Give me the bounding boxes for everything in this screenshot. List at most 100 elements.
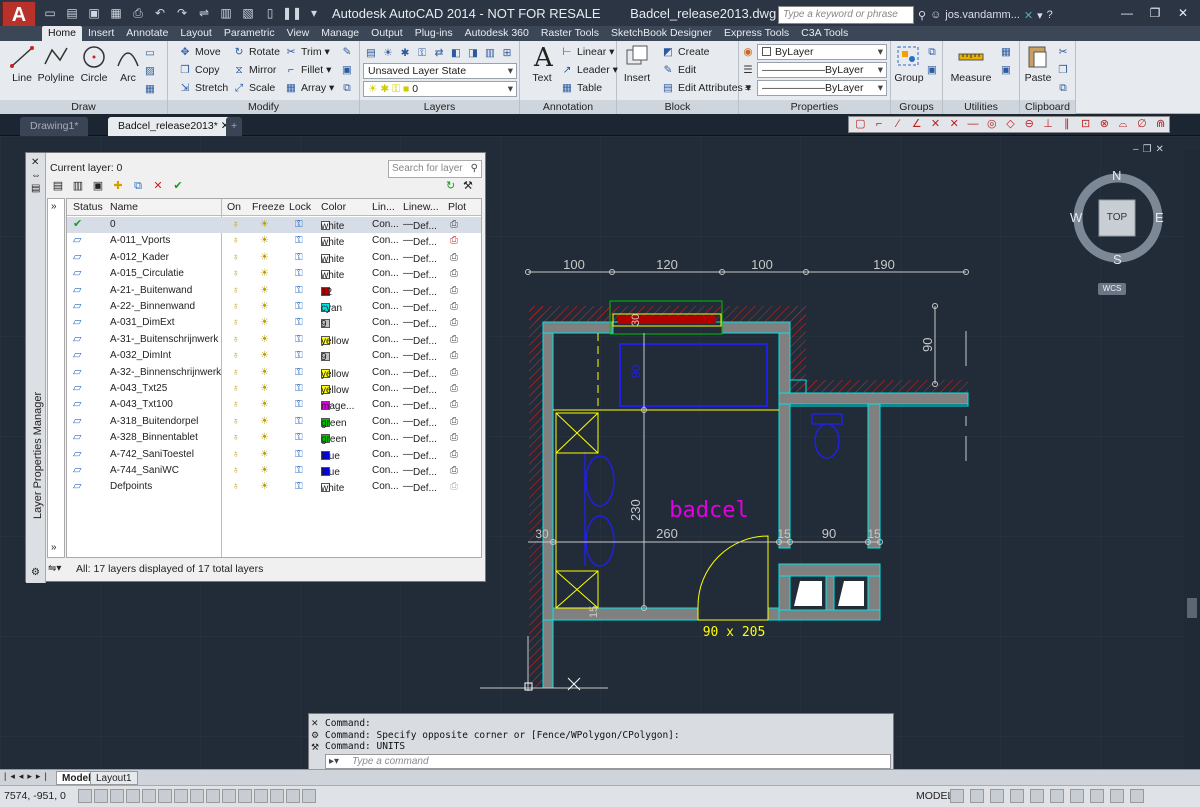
leader-button[interactable]: ↗ Leader ▾: [560, 62, 618, 78]
info-icon[interactable]: ▾: [1037, 9, 1043, 22]
col-name[interactable]: Name: [110, 201, 138, 213]
minimize-icon[interactable]: —: [1114, 4, 1140, 22]
layer-on-icon[interactable]: ♁: [232, 465, 240, 476]
snap-perpendicular-icon[interactable]: ⊥: [1040, 117, 1057, 132]
modify-panel-title[interactable]: Modify: [168, 100, 359, 114]
create-block-button[interactable]: ◩ Create: [661, 44, 709, 60]
copy-base-icon[interactable]: ⧉: [1056, 80, 1073, 96]
layer-walk-icon[interactable]: ▥: [483, 45, 497, 61]
layer-lock-icon[interactable]: ⚿: [295, 383, 303, 394]
layer-on-icon[interactable]: ♁: [232, 334, 240, 345]
linetype-dropdown[interactable]: ——————ByLayer: [757, 62, 887, 78]
layer-row[interactable]: ▱ A-043_Txt25 ♁ ☀ ⚿ yellow Con... — Def... ⎙: [67, 381, 481, 397]
current-layer-check-icon[interactable]: ✔: [73, 217, 82, 230]
erase-icon[interactable]: ✎: [340, 44, 357, 60]
new-layer-vp-frozen-icon[interactable]: ⧉: [130, 179, 146, 193]
lineweight-dropdown[interactable]: ——————ByLayer: [757, 80, 887, 96]
application-menu-button[interactable]: A: [2, 1, 36, 27]
tab-parametric[interactable]: Parametric: [218, 26, 281, 41]
layer-linetype[interactable]: Con...: [372, 481, 399, 492]
snap-none-icon[interactable]: ∅: [1133, 117, 1150, 132]
layer-linetype[interactable]: Con...: [372, 432, 399, 443]
layer-row[interactable]: ▱ A-318_Buitendorpel ♁ ☀ ⚿ green Con... — Def..…: [67, 414, 481, 430]
layer-name[interactable]: A-21-_Buitenwand: [110, 285, 192, 296]
snap-apparent-icon[interactable]: ✕: [946, 117, 963, 132]
printer-icon[interactable]: ⎙: [450, 399, 458, 410]
layer-row[interactable]: ▱ A-032_DimInt ♁ ☀ ⚿ 9 Con... — Def... ⎙: [67, 348, 481, 364]
copy-clip-icon[interactable]: ❐: [1056, 62, 1073, 78]
hardware-accel-icon[interactable]: [1070, 789, 1084, 803]
copy-button[interactable]: ❐ Copy: [178, 62, 219, 78]
layer-merge-icon[interactable]: ⊞: [500, 45, 514, 61]
layer-freeze-icon[interactable]: ☀: [260, 449, 269, 460]
sheet-icon[interactable]: ▧: [238, 4, 258, 22]
layer-lock-icon[interactable]: ⚿: [295, 317, 303, 328]
printer-icon[interactable]: ⎙: [450, 449, 458, 460]
palette-properties-icon[interactable]: ▤: [31, 183, 40, 194]
layer-name[interactable]: A-031_DimExt: [110, 317, 174, 328]
printer-icon[interactable]: ⎙: [450, 367, 458, 378]
snap-parallel-icon[interactable]: ∥: [1058, 117, 1075, 132]
next-layout-icon[interactable]: ▸: [27, 771, 36, 781]
compass-w[interactable]: W: [1070, 210, 1082, 225]
viewport-restore-icon[interactable]: ❐: [1143, 144, 1156, 155]
layer-name[interactable]: A-011_Vports: [110, 235, 170, 246]
quick-calc-icon[interactable]: ▦: [999, 44, 1016, 60]
command-customize-icon[interactable]: ⚒: [311, 742, 319, 753]
layer-lineweight[interactable]: — Def...: [403, 268, 437, 281]
3d-osnap-icon[interactable]: [174, 789, 188, 803]
layer-freeze-icon[interactable]: ☀: [260, 465, 269, 476]
edit-attributes-button[interactable]: ▤ Edit Attributes ▾: [661, 80, 751, 96]
printer-icon[interactable]: ⎙: [450, 235, 458, 246]
polyline-button[interactable]: Polyline: [36, 44, 76, 84]
draw-panel-title[interactable]: Draw: [0, 100, 167, 114]
otrack-icon[interactable]: [190, 789, 204, 803]
palette-close-icon[interactable]: ✕: [31, 157, 39, 168]
layer-off-icon[interactable]: ☀: [381, 45, 395, 61]
maximize-icon[interactable]: ❐: [1142, 4, 1168, 22]
layer-lock-icon[interactable]: ⚿: [295, 301, 303, 312]
layer-lock-icon[interactable]: ⚿: [295, 481, 303, 492]
layer-on-icon[interactable]: ♁: [232, 219, 240, 230]
layer-freeze-icon[interactable]: ☀: [260, 383, 269, 394]
layer-row[interactable]: ▱ A-22-_Binnenwand ♁ ☀ ⚿ cyan Con... — Def... ⎙: [67, 299, 481, 315]
filter-tree[interactable]: »»: [47, 198, 65, 558]
layer-name[interactable]: A-318_Buitendorpel: [110, 416, 198, 427]
layer-on-icon[interactable]: ♁: [232, 399, 240, 410]
ducs-icon[interactable]: [206, 789, 220, 803]
filter-icon[interactable]: ⇋▾: [48, 563, 61, 574]
user-icon[interactable]: ☺: [930, 9, 941, 21]
expand-filter-icon[interactable]: »: [51, 201, 57, 212]
printer-icon[interactable]: ⎙: [450, 219, 458, 230]
open-icon[interactable]: ▤: [62, 4, 82, 22]
move-button[interactable]: ✥ Move: [178, 44, 221, 60]
search-input[interactable]: Type a keyword or phrase: [778, 6, 914, 24]
command-settings-icon[interactable]: ⚙: [311, 730, 319, 741]
layer-status-icon[interactable]: ▱: [73, 414, 81, 427]
layer-lineweight[interactable]: — Def...: [403, 399, 437, 412]
match-icon[interactable]: ⇌: [194, 4, 214, 22]
layer-name[interactable]: A-22-_Binnenwand: [110, 301, 195, 312]
settings-wrench-icon[interactable]: ⚒: [463, 179, 473, 192]
layer-lineweight[interactable]: — Def...: [403, 367, 437, 380]
col-linetype[interactable]: Lin...: [372, 201, 395, 213]
lock-toolbar-icon[interactable]: [1050, 789, 1064, 803]
table-button[interactable]: ▦ Table: [560, 80, 602, 96]
layer-status-icon[interactable]: ▱: [73, 397, 81, 410]
layer-freeze-icon[interactable]: ☀: [260, 367, 269, 378]
layer-lineweight[interactable]: — Def...: [403, 432, 437, 445]
snap-temp-icon[interactable]: ▢: [852, 117, 869, 132]
layer-status-icon[interactable]: ▱: [73, 463, 81, 476]
model-space-toggle[interactable]: MODEL: [916, 790, 953, 802]
save-as-icon[interactable]: ▦: [106, 4, 126, 22]
layer-row[interactable]: ▱ A-742_SaniToestel ♁ ☀ ⚿ blue Con... — Def... ⎙: [67, 447, 481, 463]
printer-icon[interactable]: ⎙: [450, 383, 458, 394]
layer-linetype[interactable]: Con...: [372, 301, 399, 312]
printer-icon[interactable]: ⎙: [450, 465, 458, 476]
layer-row[interactable]: ▱ A-328_Binnentablet ♁ ☀ ⚿ green Con... — Def..…: [67, 430, 481, 446]
layer-lineweight[interactable]: — Def...: [403, 301, 437, 314]
qat-dropdown-icon[interactable]: ▾: [304, 4, 324, 22]
vertical-scrollbar[interactable]: [1184, 150, 1200, 769]
layer-freeze-icon[interactable]: ☀: [260, 350, 269, 361]
layer-name[interactable]: A-742_SaniToestel: [110, 449, 194, 460]
